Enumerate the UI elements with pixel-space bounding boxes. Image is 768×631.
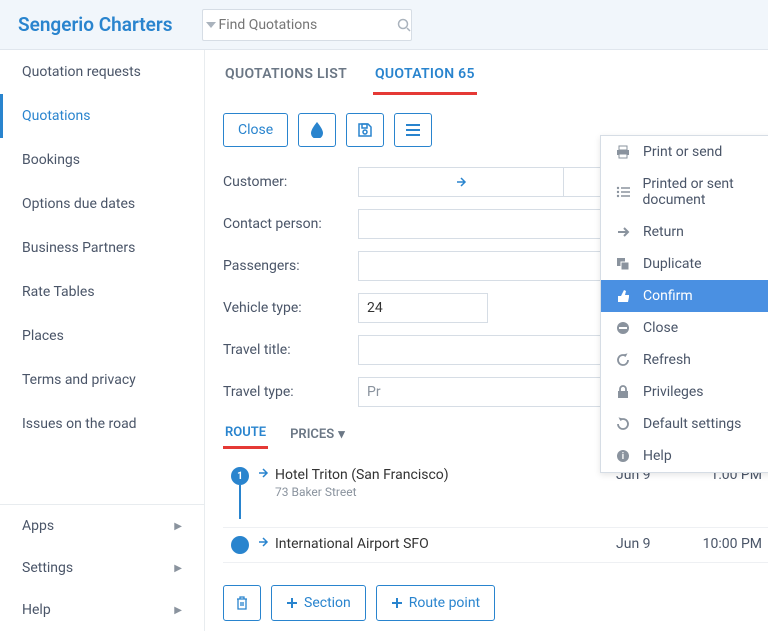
search-box[interactable] <box>202 9 412 41</box>
menu-item-label: Confirm <box>643 288 693 304</box>
sidebar-item-label: Apps <box>22 518 54 534</box>
search-input[interactable] <box>218 17 396 33</box>
plus-icon <box>391 597 403 609</box>
vehicle-type-field[interactable]: 24 <box>358 293 488 323</box>
route-actions: Section Route point <box>223 585 768 621</box>
confirm-icon <box>615 289 631 303</box>
save-icon[interactable] <box>346 113 384 147</box>
filter-icon[interactable] <box>203 20 218 30</box>
menu-item-default-settings[interactable]: Default settings <box>601 408 768 440</box>
menu-item-label: Close <box>643 320 678 336</box>
close-icon <box>615 321 631 335</box>
svg-text:i: i <box>622 452 624 462</box>
travel-type-label: Travel type: <box>223 384 358 400</box>
caret-right-icon: ▶ <box>174 605 182 616</box>
menu-item-return[interactable]: Return <box>601 216 768 248</box>
sidebar-item-quotations[interactable]: Quotations <box>0 94 204 138</box>
route-location: International Airport SFO <box>275 536 608 552</box>
sidebar-item-issues[interactable]: Issues on the road <box>0 402 204 446</box>
tabs: QUOTATIONS LIST QUOTATION 65 <box>223 50 768 95</box>
tab-quotations-list[interactable]: QUOTATIONS LIST <box>223 66 349 95</box>
dropdown-menu: Print or send Printed or sent document R… <box>600 135 768 473</box>
sidebar-item-quotation-requests[interactable]: Quotation requests <box>0 50 204 94</box>
menu-item-label: Duplicate <box>643 256 702 272</box>
topbar: Sengerio Charters <box>0 0 768 50</box>
sidebar-item-apps[interactable]: Apps ▶ <box>0 505 204 547</box>
menu-item-label: Refresh <box>643 352 691 368</box>
undo-icon <box>615 417 631 431</box>
button-label: Section <box>304 595 351 611</box>
subtab-label: PRICES <box>290 427 334 442</box>
sidebar-item-terms-privacy[interactable]: Terms and privacy <box>0 358 204 402</box>
menu-item-label: Return <box>643 224 684 240</box>
menu-item-confirm[interactable]: Confirm <box>601 280 768 312</box>
brand: Sengerio Charters <box>18 13 172 36</box>
route-step-badge <box>231 536 249 554</box>
print-icon <box>615 145 631 159</box>
route-list: 1 Hotel Triton (San Francisco) 73 Baker … <box>223 459 768 563</box>
arrow-right-icon <box>257 467 269 479</box>
route-date: Jun 9 <box>608 536 698 552</box>
menu-item-help[interactable]: i Help <box>601 440 768 472</box>
caret-right-icon: ▶ <box>174 563 182 574</box>
menu-item-duplicate[interactable]: Duplicate <box>601 248 768 280</box>
passengers-label: Passengers: <box>223 258 358 274</box>
subtab-route[interactable]: ROUTE <box>223 419 268 449</box>
customer-lookup-icon[interactable] <box>358 167 564 197</box>
chevron-down-icon: ▾ <box>338 427 345 442</box>
sidebar-item-label: Settings <box>22 560 73 576</box>
sidebar-item-business-partners[interactable]: Business Partners <box>0 226 204 270</box>
return-icon <box>615 226 631 238</box>
main-content: QUOTATIONS LIST QUOTATION 65 Close Custo… <box>205 50 768 631</box>
route-time: 10:00 PM <box>698 536 768 552</box>
sidebar-item-rate-tables[interactable]: Rate Tables <box>0 270 204 314</box>
route-step-badge: 1 <box>231 467 249 485</box>
menu-item-label: Print or send <box>643 144 722 160</box>
route-connector <box>239 485 241 519</box>
button-label: Route point <box>409 595 480 611</box>
menu-item-refresh[interactable]: Refresh <box>601 344 768 376</box>
route-row[interactable]: International Airport SFO Jun 9 10:00 PM <box>223 528 768 563</box>
delete-button[interactable] <box>223 585 261 621</box>
customer-label: Customer: <box>223 174 358 190</box>
tab-quotation-detail[interactable]: QUOTATION 65 <box>373 66 477 95</box>
arrow-right-icon <box>257 536 269 548</box>
subtab-prices[interactable]: PRICES ▾ <box>288 419 347 449</box>
menu-item-printed-docs[interactable]: Printed or sent document <box>601 168 768 216</box>
sidebar: Quotation requests Quotations Bookings O… <box>0 50 205 631</box>
menu-item-label: Help <box>643 448 672 464</box>
caret-right-icon: ▶ <box>174 521 182 532</box>
tint-icon[interactable] <box>298 113 336 147</box>
vehicle-value: 24 <box>367 300 383 316</box>
travel-title-label: Travel title: <box>223 342 358 358</box>
sidebar-item-settings[interactable]: Settings ▶ <box>0 547 204 589</box>
menu-item-label: Privileges <box>643 384 704 400</box>
menu-item-label: Default settings <box>643 416 741 432</box>
menu-icon[interactable] <box>394 113 432 147</box>
add-route-point-button[interactable]: Route point <box>376 585 495 621</box>
refresh-icon <box>615 353 631 367</box>
menu-item-close[interactable]: Close <box>601 312 768 344</box>
sidebar-item-label: Help <box>22 602 51 618</box>
lock-icon <box>615 385 631 399</box>
sidebar-item-places[interactable]: Places <box>0 314 204 358</box>
list-icon <box>615 186 630 198</box>
search-icon[interactable] <box>396 18 411 32</box>
add-section-button[interactable]: Section <box>271 585 366 621</box>
menu-item-privileges[interactable]: Privileges <box>601 376 768 408</box>
menu-item-print-send[interactable]: Print or send <box>601 136 768 168</box>
vehicle-label: Vehicle type: <box>223 300 358 316</box>
contact-label: Contact person: <box>223 216 358 232</box>
plus-icon <box>286 597 298 609</box>
sidebar-item-bookings[interactable]: Bookings <box>0 138 204 182</box>
sidebar-item-options-due-dates[interactable]: Options due dates <box>0 182 204 226</box>
duplicate-icon <box>615 257 631 271</box>
travel-type-value: Pr <box>367 384 381 400</box>
route-location: Hotel Triton (San Francisco) <box>275 467 608 483</box>
help-icon: i <box>615 449 631 463</box>
route-address: 73 Baker Street <box>275 485 608 499</box>
close-button[interactable]: Close <box>223 113 288 147</box>
sidebar-item-help[interactable]: Help ▶ <box>0 589 204 631</box>
menu-item-label: Printed or sent document <box>642 176 768 208</box>
